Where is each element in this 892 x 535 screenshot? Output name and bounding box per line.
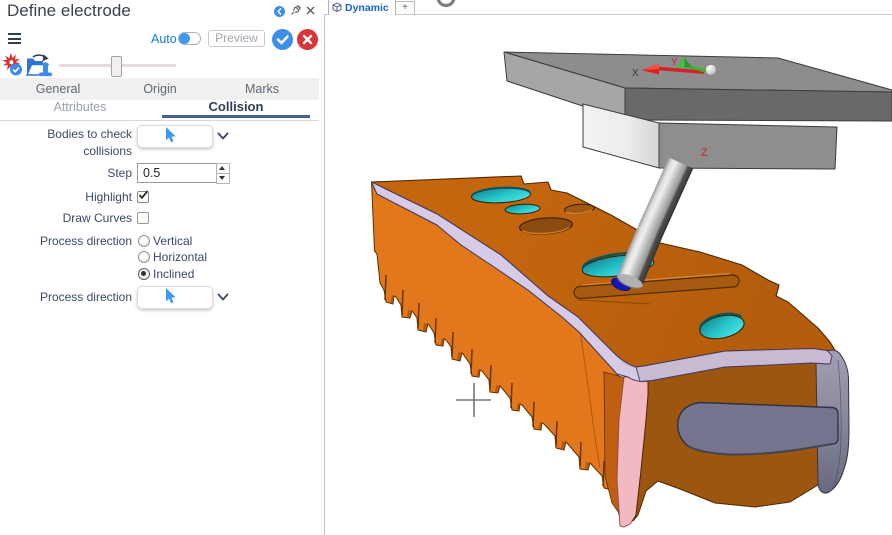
svg-text:Z: Z (701, 147, 708, 159)
svg-text:Y: Y (671, 57, 678, 68)
svg-text:X: X (632, 68, 639, 79)
